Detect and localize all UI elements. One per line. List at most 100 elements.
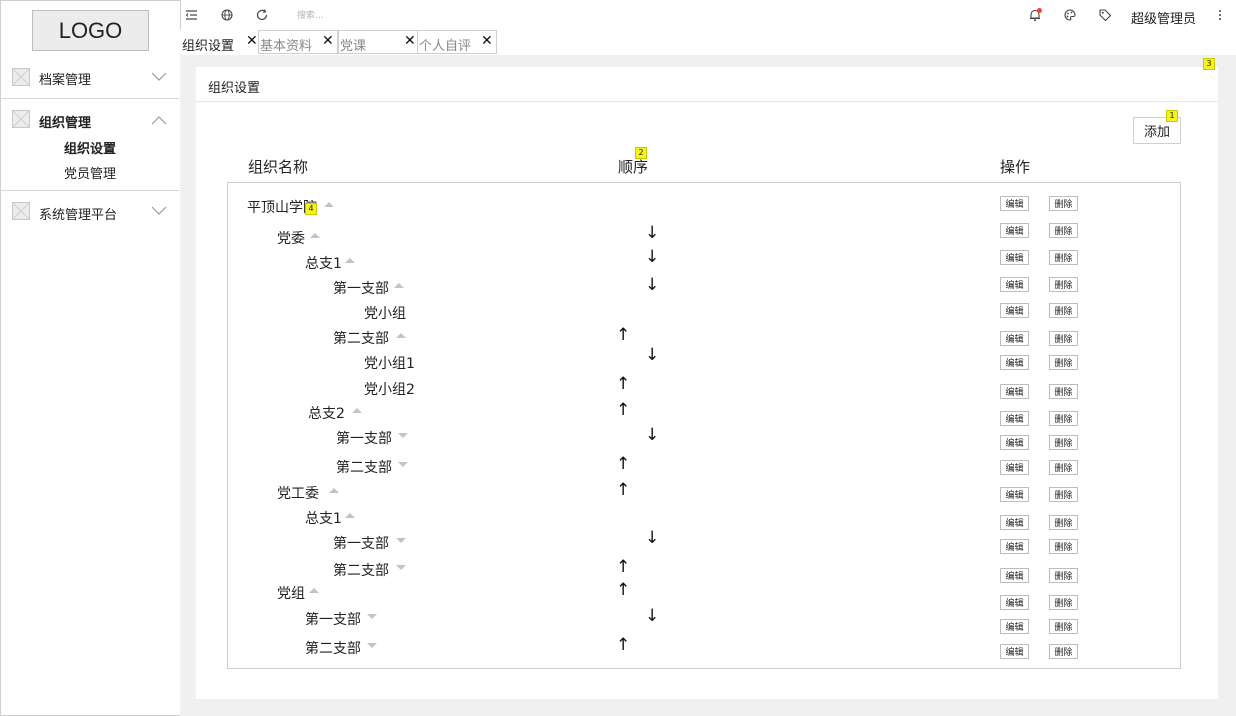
delete-button[interactable]: 删除 <box>1049 196 1078 211</box>
column-header-actions: 操作 <box>1000 158 1031 176</box>
tag-icon[interactable] <box>1098 8 1112 22</box>
delete-button[interactable]: 删除 <box>1049 515 1078 530</box>
edit-button[interactable]: 编辑 <box>1000 303 1029 318</box>
edit-button[interactable]: 编辑 <box>1000 595 1029 610</box>
annotation-badge: 4 <box>305 203 317 215</box>
chevron-up-icon[interactable] <box>151 115 167 125</box>
caret-down-icon[interactable] <box>398 433 408 438</box>
edit-button[interactable]: 编辑 <box>1000 515 1029 530</box>
delete-button[interactable]: 删除 <box>1049 331 1078 346</box>
delete-button[interactable]: 删除 <box>1049 619 1078 634</box>
delete-button[interactable]: 删除 <box>1049 250 1078 265</box>
logo: LOGO <box>32 10 149 51</box>
close-icon[interactable]: ✕ <box>481 33 493 49</box>
delete-button[interactable]: 删除 <box>1049 539 1078 554</box>
delete-button[interactable]: 删除 <box>1049 595 1078 610</box>
tab-party-class[interactable]: 党课 ✕ <box>338 30 418 54</box>
close-icon[interactable]: ✕ <box>322 33 334 49</box>
move-down-icon[interactable]: ↓ <box>645 223 659 243</box>
move-down-icon[interactable]: ↓ <box>645 528 659 548</box>
edit-button[interactable]: 编辑 <box>1000 460 1029 475</box>
move-up-icon[interactable]: ↑ <box>616 635 630 655</box>
caret-down-icon[interactable] <box>398 462 408 467</box>
delete-button[interactable]: 删除 <box>1049 644 1078 659</box>
tree-node-label: 党组 <box>277 586 305 602</box>
caret-up-icon[interactable] <box>309 588 319 593</box>
edit-button[interactable]: 编辑 <box>1000 277 1029 292</box>
delete-button[interactable]: 删除 <box>1049 223 1078 238</box>
edit-button[interactable]: 编辑 <box>1000 539 1029 554</box>
move-down-icon[interactable]: ↓ <box>645 425 659 445</box>
caret-up-icon[interactable] <box>310 233 320 238</box>
close-icon[interactable]: ✕ <box>404 33 416 49</box>
move-down-icon[interactable]: ↓ <box>645 247 659 267</box>
move-up-icon[interactable]: ↑ <box>616 557 630 577</box>
tab-org-settings[interactable]: 组织设置 ✕ <box>180 30 259 54</box>
move-down-icon[interactable]: ↓ <box>645 345 659 365</box>
move-up-icon[interactable]: ↑ <box>616 580 630 600</box>
delete-button[interactable]: 删除 <box>1049 487 1078 502</box>
tab-basic-info[interactable]: 基本资料 ✕ <box>258 30 338 54</box>
menu-fold-icon[interactable] <box>185 8 199 22</box>
tree-node-label: 党小组2 <box>364 382 415 398</box>
column-header-order: 顺序 <box>618 158 649 176</box>
delete-button[interactable]: 删除 <box>1049 355 1078 370</box>
delete-button[interactable]: 删除 <box>1049 435 1078 450</box>
caret-down-icon[interactable] <box>367 614 377 619</box>
caret-up-icon[interactable] <box>394 283 404 288</box>
caret-up-icon[interactable] <box>345 258 355 263</box>
close-icon[interactable]: ✕ <box>246 33 258 49</box>
edit-button[interactable]: 编辑 <box>1000 384 1029 399</box>
caret-down-icon[interactable] <box>367 643 377 648</box>
move-up-icon[interactable]: ↑ <box>616 374 630 394</box>
edit-button[interactable]: 编辑 <box>1000 196 1029 211</box>
caret-down-icon[interactable] <box>396 565 406 570</box>
tree-node-label: 第一支部 <box>305 612 361 628</box>
edit-button[interactable]: 编辑 <box>1000 331 1029 346</box>
move-up-icon[interactable]: ↑ <box>616 325 630 345</box>
caret-down-icon[interactable] <box>396 538 406 543</box>
tree-node-label: 第一支部 <box>333 536 389 552</box>
submenu-member-management[interactable]: 党员管理 <box>64 163 116 182</box>
delete-button[interactable]: 删除 <box>1049 384 1078 399</box>
search-input[interactable]: 搜索... <box>297 8 324 21</box>
chevron-down-icon[interactable] <box>151 206 167 216</box>
edit-button[interactable]: 编辑 <box>1000 250 1029 265</box>
delete-button[interactable]: 删除 <box>1049 568 1078 583</box>
edit-button[interactable]: 编辑 <box>1000 223 1029 238</box>
tab-self-evaluation[interactable]: 个人自评 ✕ <box>417 30 497 54</box>
edit-button[interactable]: 编辑 <box>1000 644 1029 659</box>
delete-button[interactable]: 删除 <box>1049 277 1078 292</box>
edit-button[interactable]: 编辑 <box>1000 568 1029 583</box>
edit-button[interactable]: 编辑 <box>1000 487 1029 502</box>
more-icon[interactable] <box>1213 8 1227 22</box>
edit-button[interactable]: 编辑 <box>1000 411 1029 426</box>
edit-button[interactable]: 编辑 <box>1000 435 1029 450</box>
submenu-org-settings[interactable]: 组织设置 <box>64 138 116 157</box>
tab-label: 个人自评 <box>419 39 472 54</box>
chevron-down-icon[interactable] <box>151 72 167 82</box>
edit-button[interactable]: 编辑 <box>1000 619 1029 634</box>
caret-up-icon[interactable] <box>396 333 406 338</box>
caret-up-icon[interactable] <box>324 202 334 207</box>
refresh-icon[interactable] <box>255 8 269 22</box>
delete-button[interactable]: 删除 <box>1049 303 1078 318</box>
tree-node-label: 第二支部 <box>336 460 392 476</box>
caret-up-icon[interactable] <box>329 488 339 493</box>
move-down-icon[interactable]: ↓ <box>645 606 659 626</box>
delete-button[interactable]: 删除 <box>1049 460 1078 475</box>
delete-button[interactable]: 删除 <box>1049 411 1078 426</box>
menu-system-platform[interactable]: 系统管理平台 <box>39 204 117 223</box>
user-menu[interactable]: 超级管理员 <box>1131 8 1196 27</box>
move-up-icon[interactable]: ↑ <box>616 454 630 474</box>
edit-button[interactable]: 编辑 <box>1000 355 1029 370</box>
move-down-icon[interactable]: ↓ <box>645 275 659 295</box>
caret-up-icon[interactable] <box>352 408 362 413</box>
move-up-icon[interactable]: ↑ <box>616 480 630 500</box>
menu-archive[interactable]: 档案管理 <box>39 69 91 88</box>
globe-icon[interactable] <box>220 8 234 22</box>
move-up-icon[interactable]: ↑ <box>616 400 630 420</box>
palette-icon[interactable] <box>1063 8 1077 22</box>
caret-up-icon[interactable] <box>345 513 355 518</box>
menu-organization[interactable]: 组织管理 <box>39 112 91 131</box>
